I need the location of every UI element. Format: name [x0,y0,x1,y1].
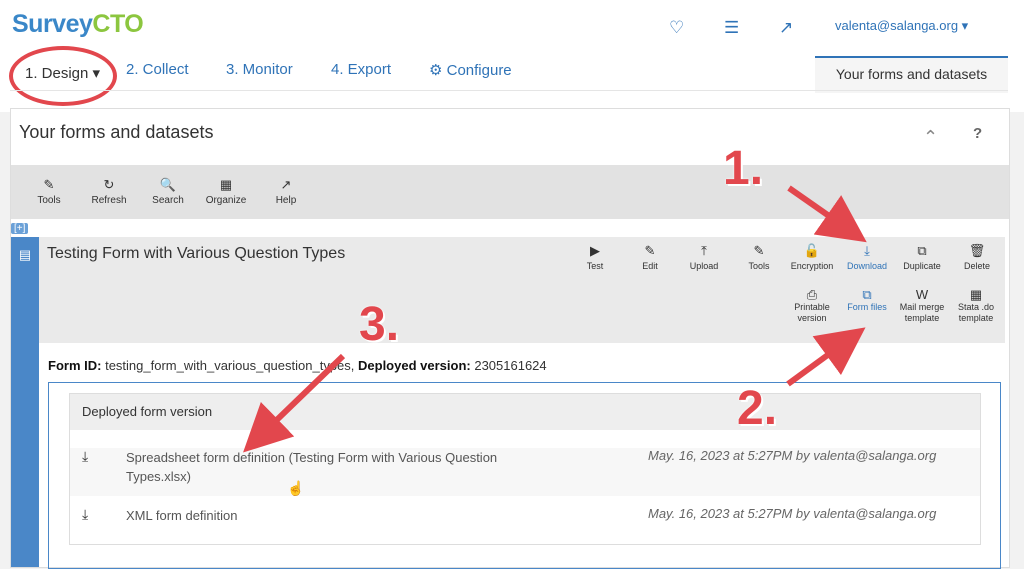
download-icon: ⤓ [864,243,870,258]
wrench-icon: ✎ [43,177,55,192]
refresh-icon: ↻ [103,177,115,192]
tab-collect[interactable]: 2. Collect [126,61,189,78]
play-icon: ▶ [590,243,600,258]
printer-icon: ⎙ [806,287,818,302]
form-title[interactable]: Testing Form with Various Question Types [47,245,345,263]
stata-template-button[interactable]: ▦ Stata .do template [949,287,1003,324]
spreadsheet-definition-link[interactable]: Spreadsheet form definition (Testing For… [126,448,506,486]
download-button[interactable]: ⤓ Download [839,243,895,271]
form-header: Testing Form with Various Question Types… [39,237,1005,278]
trash-icon: 🗑 [968,243,986,258]
screenshot: SurveyCTO ♡ ☰ ↗ valenta@salanga.org ▾ 1.… [0,0,1024,569]
file-row[interactable]: ⤓ XML form definition May. 16, 2023 at 5… [70,506,980,530]
navigation-divider [10,90,1008,91]
file-row[interactable]: ⤓ Spreadsheet form definition (Testing F… [70,448,980,496]
annotation-two: 2. [737,382,778,435]
stethoscope-icon[interactable]: ♡ [669,18,684,38]
surveycto-logo[interactable]: SurveyCTO [12,10,144,39]
encryption-button[interactable]: 🔓 Encryption [784,243,840,271]
search-button[interactable]: 🔍 Search [138,177,198,206]
organize-button[interactable]: ▦ Organize [196,177,256,206]
wrench-icon: ✎ [753,243,765,258]
collapse-icon[interactable]: ⌃ [923,127,938,148]
user-menu[interactable]: valenta@salanga.org ▾ [835,18,968,34]
external-edit-icon[interactable]: ↗ [779,18,793,38]
external-help-icon: ↗ [280,177,292,192]
calculator-icon: ▦ [969,287,983,302]
server-icon[interactable]: ☰ [724,18,739,38]
edit-button[interactable]: ✎ Edit [622,243,678,271]
forms-panel: Your forms and datasets ⌃ ? ✎ Tools ↻ Refr… [10,108,1010,569]
upload-button[interactable]: ⤒ Upload [676,243,732,271]
highlight-circle [9,46,117,106]
tab-monitor[interactable]: 3. Monitor [226,61,293,78]
download-icon[interactable]: ⤓ [82,506,88,523]
file-meta: May. 16, 2023 at 5:27PM by valenta@salan… [648,448,937,463]
refresh-button[interactable]: ↻ Refresh [79,177,139,206]
duplicate-button[interactable]: ⧉ Duplicate [894,243,950,271]
deployed-version-box: Deployed form version ⤓ Spreadsheet form… [48,382,1001,569]
files-icon: ⧉ [862,287,872,302]
file-meta: May. 16, 2023 at 5:27PM by valenta@salan… [648,506,937,521]
unlock-icon: 🔓 [803,243,821,258]
annotation-three: 3. [359,298,400,351]
form-row: ▤ Testing Form with Various Question Typ… [11,237,1009,569]
duplicate-icon: ⧉ [917,243,927,258]
tab-export[interactable]: 4. Export [331,61,391,78]
deployed-version-panel: Deployed form version ⤓ Spreadsheet form… [69,393,981,545]
form-id-line: Form ID: testing_form_with_various_quest… [48,358,547,373]
edit-icon: ✎ [644,243,656,258]
word-document-icon: W [915,287,929,302]
forms-toolbar: ✎ Tools ↻ Refresh 🔍 Search ▦ Organize ↗ Help [11,165,1009,219]
mail-merge-template-button[interactable]: W Mail merge template [895,287,949,324]
form-selection-strip[interactable]: ▤ [11,237,39,567]
xml-definition-link[interactable]: XML form definition [126,506,506,525]
tools-button[interactable]: ✎ Tools [19,177,79,206]
printable-version-button[interactable]: ⎙ Printable version [785,287,839,324]
tab-configure[interactable]: ⚙ Configure [429,61,512,79]
deployed-version-heading: Deployed form version [70,394,980,430]
hand-cursor-icon: ☝ [287,480,305,496]
document-icon: ▤ [18,247,32,262]
delete-button[interactable]: 🗑 Delete [949,243,1005,271]
tab-your-forms[interactable]: Your forms and datasets [815,56,1008,93]
expand-all-icon[interactable]: [+] [11,223,29,234]
download-icon[interactable]: ⤓ [82,448,88,465]
top-navigation: SurveyCTO ♡ ☰ ↗ valenta@salanga.org ▾ 1.… [0,0,1024,112]
help-toolbar-button[interactable]: ↗ Help [256,177,316,206]
test-button[interactable]: ▶ Test [567,243,623,271]
search-icon: 🔍 [159,177,177,192]
panel-title: Your forms and datasets [19,122,214,142]
help-button[interactable]: ? [973,125,982,142]
form-files-button[interactable]: ⧉ Form files [840,287,894,313]
download-options: ⎙ Printable version ⧉ Form files W Mail mer… [39,277,1005,343]
grid-icon: ▦ [219,177,233,192]
annotation-one: 1. [723,142,764,195]
upload-icon: ⤒ [701,243,707,258]
form-tools-button[interactable]: ✎ Tools [731,243,787,271]
